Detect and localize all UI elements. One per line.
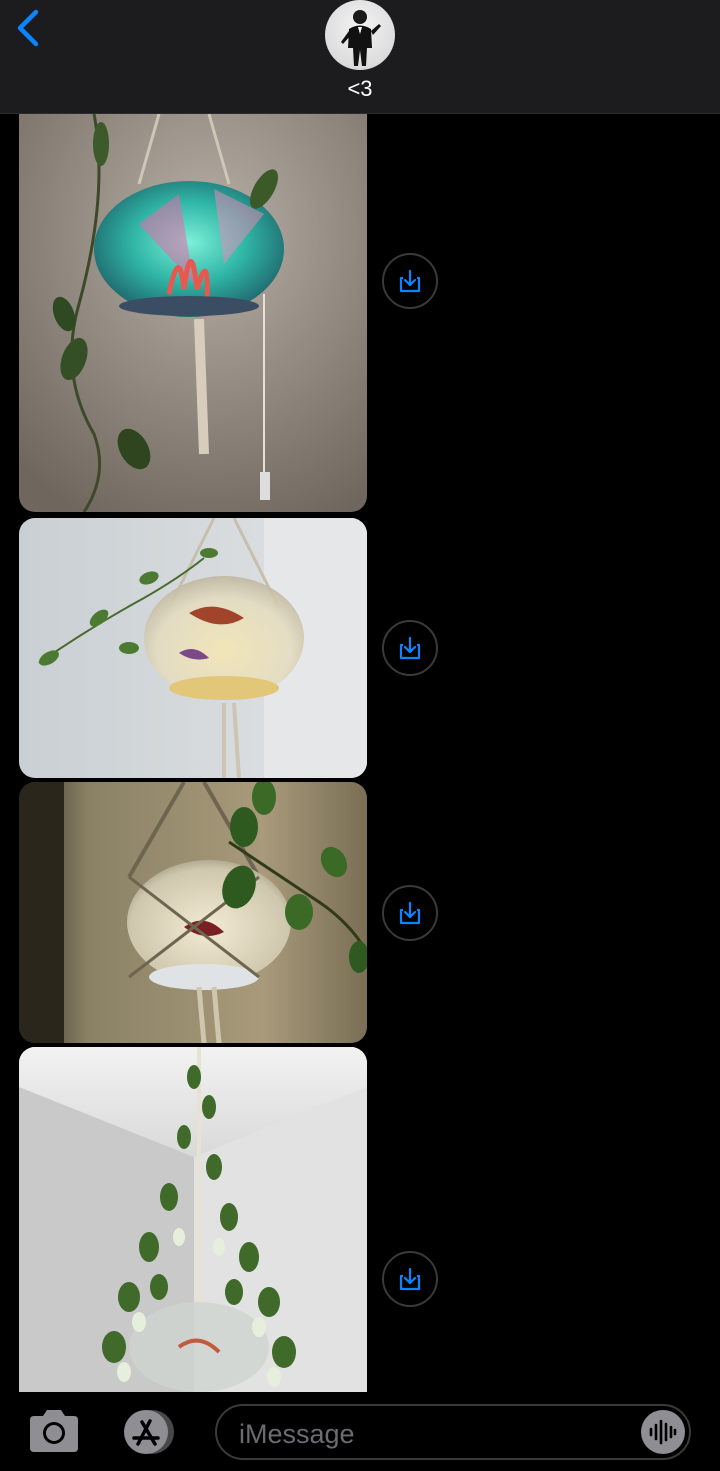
app-store-button[interactable] — [118, 1408, 180, 1456]
person-photo — [341, 10, 381, 66]
contact-name[interactable]: <3 — [0, 76, 720, 102]
back-button[interactable] — [10, 8, 46, 48]
download-icon — [399, 1267, 421, 1291]
fishbowl-photo-3 — [19, 782, 367, 1043]
photo-message[interactable] — [19, 114, 367, 512]
fishbowl-photo-2 — [19, 518, 367, 778]
chevron-left-icon — [17, 9, 39, 47]
camera-icon — [30, 1410, 78, 1452]
conversation-header: <3 — [0, 0, 720, 114]
audio-message-button[interactable] — [641, 1410, 685, 1454]
camera-button[interactable] — [26, 1408, 82, 1454]
photo-message[interactable] — [19, 782, 367, 1043]
message-placeholder: iMessage — [239, 1419, 355, 1449]
message-list[interactable] — [0, 114, 720, 1392]
download-button[interactable] — [382, 885, 438, 941]
contact-avatar[interactable] — [325, 0, 395, 70]
download-icon — [399, 636, 421, 660]
download-icon — [399, 901, 421, 925]
download-button[interactable] — [382, 253, 438, 309]
download-button[interactable] — [382, 1251, 438, 1307]
download-icon — [399, 269, 421, 293]
photo-message[interactable] — [19, 1047, 367, 1392]
fishbowl-photo-1 — [19, 114, 367, 512]
message-input[interactable]: iMessage — [215, 1404, 691, 1460]
photo-message[interactable] — [19, 518, 367, 778]
download-button[interactable] — [382, 620, 438, 676]
app-store-icon — [124, 1410, 174, 1454]
fishbowl-photo-4 — [19, 1047, 367, 1392]
audio-waveform-icon — [649, 1419, 677, 1445]
